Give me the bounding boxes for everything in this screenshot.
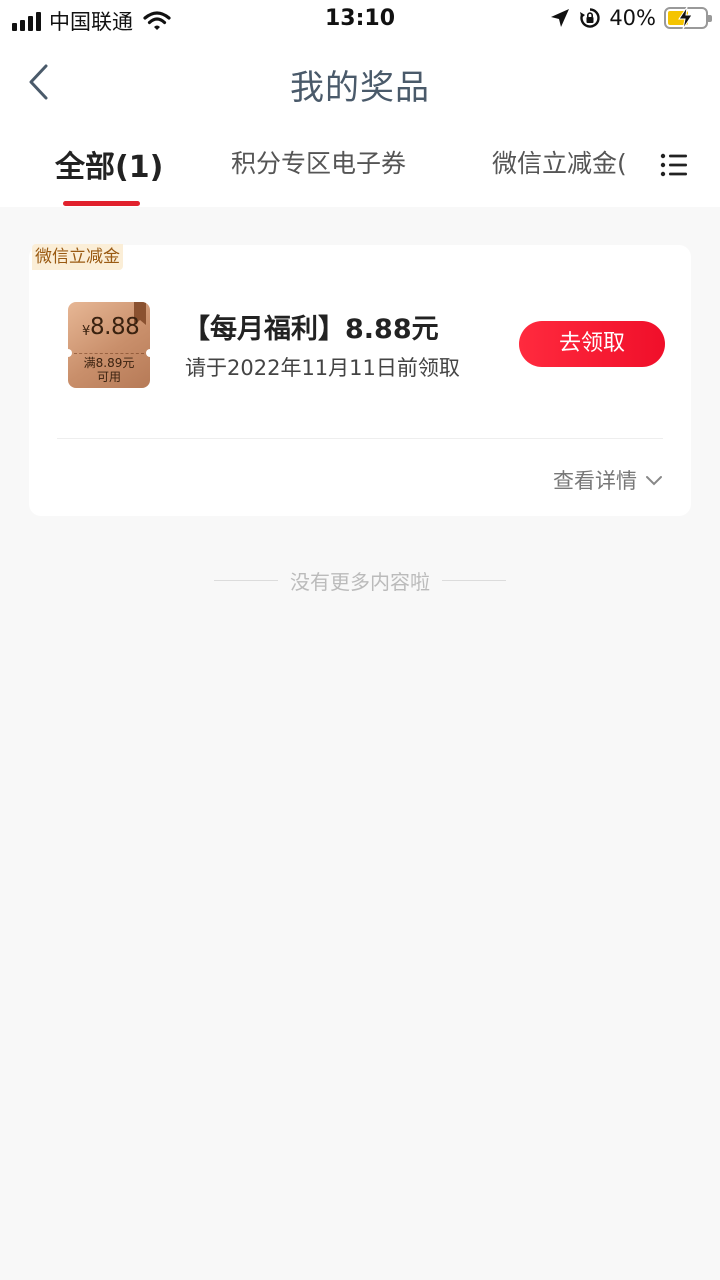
tab-wechat-discount[interactable]: 微信立减金( bbox=[492, 144, 627, 180]
prize-title: 【每月福利】8.88元 bbox=[183, 314, 439, 345]
coupon-condition-line2: 可用 bbox=[96, 370, 121, 384]
status-right: 40% bbox=[549, 6, 712, 30]
card-divider bbox=[57, 438, 663, 439]
view-details-link[interactable]: 查看详情 bbox=[553, 465, 663, 495]
list-menu-icon[interactable] bbox=[660, 153, 688, 177]
coupon-separator bbox=[74, 353, 144, 354]
coupon-condition-line1: 满8.89元 bbox=[83, 356, 135, 370]
rotation-lock-icon bbox=[580, 8, 600, 28]
tab-points-coupons[interactable]: 积分专区电子券 bbox=[231, 144, 406, 180]
divider-line-left bbox=[214, 580, 278, 581]
location-icon bbox=[551, 9, 570, 27]
no-more-text: 没有更多内容啦 bbox=[290, 570, 430, 594]
chevron-down-icon bbox=[646, 476, 662, 486]
coupon-thumbnail: ¥ 8.88 满8.89元 可用 bbox=[68, 302, 150, 388]
claim-button[interactable]: 去领取 bbox=[519, 321, 665, 367]
prize-deadline: 请于2022年11月11日前领取 bbox=[185, 356, 460, 380]
category-tag: 微信立减金 bbox=[32, 244, 123, 270]
tab-all[interactable]: 全部(1) bbox=[55, 142, 163, 186]
tab-active-indicator bbox=[63, 201, 140, 206]
battery-charging-icon bbox=[664, 7, 712, 29]
divider-line-right bbox=[442, 580, 506, 581]
page-title: 我的奖品 bbox=[290, 68, 430, 108]
view-details-label: 查看详情 bbox=[553, 469, 637, 493]
no-more-content: 没有更多内容啦 bbox=[0, 566, 720, 595]
status-bar: 中国联通 13:10 40% bbox=[0, 0, 720, 40]
prize-card: 微信立减金 ¥ 8.88 满8.89元 可用 【每月福利】8.88元 请于202… bbox=[29, 244, 691, 516]
coupon-amount: 8.88 bbox=[90, 314, 140, 340]
battery-percent: 40% bbox=[609, 6, 656, 30]
coupon-condition: 满8.89元 可用 bbox=[68, 356, 150, 384]
